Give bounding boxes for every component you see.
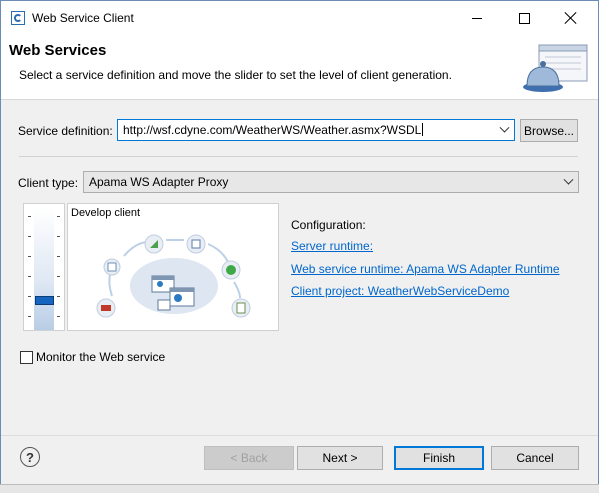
slider-tick (57, 236, 60, 237)
client-type-value: Apama WS Adapter Proxy (89, 175, 229, 189)
page-title: Web Services (9, 42, 107, 59)
slider-tick (28, 276, 31, 277)
configuration-heading: Configuration: (291, 218, 366, 232)
web-service-bell-icon (523, 44, 588, 92)
slider-tick (28, 256, 31, 257)
development-cycle-diagram (96, 234, 251, 318)
slider-tick (57, 216, 60, 217)
server-runtime-link[interactable]: Server runtime: (291, 239, 373, 253)
monitor-web-service-checkbox[interactable] (20, 351, 33, 364)
slider-tick (57, 296, 60, 297)
client-generation-illustration: Develop client (67, 203, 279, 331)
finish-button[interactable]: Finish (394, 446, 484, 470)
browse-button[interactable]: Browse... (520, 119, 578, 142)
monitor-web-service-label[interactable]: Monitor the Web service (36, 350, 165, 364)
slider-thumb[interactable] (35, 296, 54, 305)
slider-track[interactable] (34, 208, 54, 330)
minimize-icon (472, 17, 482, 19)
slider-tick (28, 216, 31, 217)
service-definition-value: http://wsf.cdyne.com/WeatherWS/Weather.a… (123, 123, 422, 137)
cancel-button[interactable]: Cancel (491, 446, 579, 470)
chevron-down-icon[interactable] (563, 174, 574, 185)
slider-tick (28, 296, 31, 297)
generation-level-slider[interactable] (23, 203, 65, 331)
slider-tick (57, 276, 60, 277)
close-icon (565, 12, 577, 24)
slider-tick (28, 236, 31, 237)
next-button[interactable]: Next > (297, 446, 383, 470)
separator (19, 156, 578, 157)
wizard-banner: Web Services Select a service definition… (1, 35, 598, 100)
dialog-window: Web Service Client Web Services Select a… (0, 0, 599, 486)
service-definition-combo[interactable]: http://wsf.cdyne.com/WeatherWS/Weather.a… (117, 119, 515, 141)
slider-tick (57, 316, 60, 317)
maximize-button[interactable] (501, 1, 547, 35)
client-type-select[interactable]: Apama WS Adapter Proxy (83, 171, 579, 193)
client-project-link[interactable]: Client project: WeatherWebServiceDemo (291, 284, 509, 298)
back-button[interactable]: < Back (204, 446, 294, 470)
eclipse-app-icon (11, 11, 25, 25)
slider-tick (57, 256, 60, 257)
minimize-button[interactable] (454, 1, 500, 35)
page-description: Select a service definition and move the… (19, 68, 452, 82)
maximize-icon (518, 12, 530, 24)
service-definition-label: Service definition: (18, 124, 113, 138)
button-bar-separator (1, 435, 598, 436)
client-type-label: Client type: (18, 176, 79, 190)
close-button[interactable] (548, 1, 594, 35)
help-icon[interactable]: ? (20, 447, 40, 467)
title-bar: Web Service Client (1, 1, 598, 35)
web-service-runtime-link[interactable]: Web service runtime: Apama WS Adapter Ru… (291, 262, 560, 276)
window-title: Web Service Client (32, 11, 134, 25)
chevron-down-icon[interactable] (499, 122, 510, 133)
slider-tick (28, 316, 31, 317)
